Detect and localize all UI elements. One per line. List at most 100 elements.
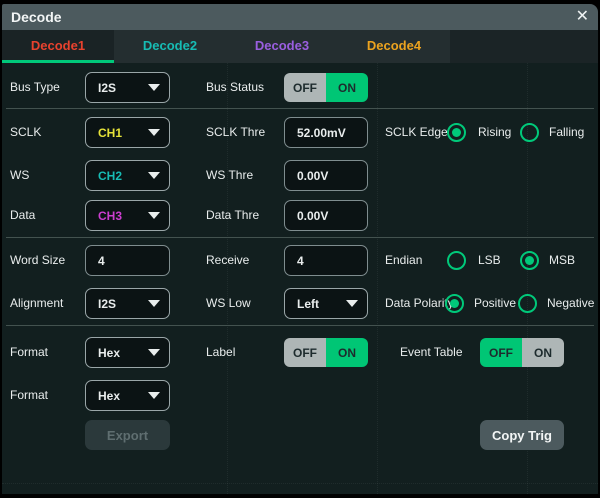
export-button[interactable]: Export (85, 420, 170, 450)
ws-low-dropdown[interactable]: Left (284, 288, 368, 319)
bus-type-value: I2S (98, 81, 116, 95)
event-table-toggle[interactable]: OFF ON (480, 338, 564, 367)
tab-decode4[interactable]: Decode4 (338, 30, 450, 63)
endian-lsb-label: LSB (478, 245, 501, 276)
word-size-label: Word Size (10, 245, 65, 276)
format1-value: Hex (98, 346, 120, 360)
tab-bar: Decode1 Decode2 Decode3 Decode4 (2, 30, 598, 63)
data-source-dropdown[interactable]: CH3 (85, 200, 170, 231)
sclk-label: SCLK (10, 117, 41, 148)
row-data: Data CH3 Data Thre 0.00V (2, 200, 598, 231)
title-bar: Decode ✕ (2, 4, 598, 30)
chevron-down-icon (148, 84, 160, 91)
sclk-edge-label: SCLK Edge (385, 117, 448, 148)
data-polarity-label: Data Polarity (385, 288, 454, 319)
alignment-value: I2S (98, 297, 116, 311)
tab-bar-filler (450, 30, 598, 63)
row-bus: Bus Type I2S Bus Status OFF ON (2, 72, 598, 103)
polarity-positive-label: Positive (474, 288, 516, 319)
bus-type-label: Bus Type (10, 72, 60, 103)
sclk-thre-value: 52.00mV (297, 126, 346, 140)
ws-thre-value: 0.00V (297, 169, 328, 183)
polarity-negative-label: Negative (547, 288, 594, 319)
graticule-line (2, 483, 598, 484)
divider (6, 108, 594, 109)
format2-value: Hex (98, 389, 120, 403)
word-size-input[interactable]: 4 (85, 245, 170, 276)
receive-label: Receive (206, 245, 249, 276)
data-thre-value: 0.00V (297, 209, 328, 223)
chevron-down-icon (148, 129, 160, 136)
chevron-down-icon (148, 349, 160, 356)
copy-trig-button[interactable]: Copy Trig (480, 420, 564, 450)
alignment-label: Alignment (10, 288, 63, 319)
format2-dropdown[interactable]: Hex (85, 380, 170, 411)
ws-label: WS (10, 160, 29, 191)
sclk-thre-label: SCLK Thre (206, 117, 265, 148)
endian-msb-label: MSB (549, 245, 575, 276)
row-wordsize: Word Size 4 Receive 4 Endian LSB MSB (2, 245, 598, 276)
bus-status-off[interactable]: OFF (284, 73, 326, 102)
sclk-edge-falling-radio[interactable] (520, 123, 539, 142)
format2-label: Format (10, 380, 48, 411)
label-off[interactable]: OFF (284, 338, 326, 367)
bus-status-on[interactable]: ON (326, 73, 368, 102)
receive-input[interactable]: 4 (284, 245, 368, 276)
data-label: Data (10, 200, 35, 231)
format1-dropdown[interactable]: Hex (85, 337, 170, 368)
sclk-edge-rising-label: Rising (478, 117, 511, 148)
chevron-down-icon (346, 300, 358, 307)
decode-dialog: Decode ✕ Decode1 Decode2 Decode3 Decode4… (0, 0, 600, 498)
data-source-value: CH3 (98, 209, 122, 223)
chevron-down-icon (148, 172, 160, 179)
label-toggle-label: Label (206, 337, 235, 368)
sclk-source-dropdown[interactable]: CH1 (85, 117, 170, 148)
sclk-edge-falling-label: Falling (549, 117, 584, 148)
sclk-thre-input[interactable]: 52.00mV (284, 117, 368, 148)
endian-lsb-radio[interactable] (447, 251, 466, 270)
close-icon[interactable]: ✕ (576, 9, 589, 25)
divider (6, 325, 594, 326)
sclk-source-value: CH1 (98, 126, 122, 140)
tab-decode2[interactable]: Decode2 (114, 30, 226, 63)
chevron-down-icon (148, 300, 160, 307)
receive-value: 4 (297, 254, 304, 268)
data-thre-input[interactable]: 0.00V (284, 200, 368, 231)
ws-low-value: Left (297, 297, 319, 311)
polarity-negative-radio[interactable] (518, 294, 537, 313)
row-ws: WS CH2 WS Thre 0.00V (2, 160, 598, 191)
ws-thre-label: WS Thre (206, 160, 253, 191)
label-on[interactable]: ON (326, 338, 368, 367)
chevron-down-icon (148, 212, 160, 219)
event-table-off[interactable]: OFF (480, 338, 522, 367)
format1-label: Format (10, 337, 48, 368)
endian-label: Endian (385, 245, 422, 276)
tab-decode1[interactable]: Decode1 (2, 30, 114, 63)
ws-thre-input[interactable]: 0.00V (284, 160, 368, 191)
row-format2: Format Hex (2, 380, 598, 411)
event-table-label: Event Table (400, 337, 463, 368)
chevron-down-icon (148, 392, 160, 399)
tab-decode3[interactable]: Decode3 (226, 30, 338, 63)
sclk-edge-rising-radio[interactable] (447, 123, 466, 142)
page-title: Decode (11, 9, 62, 25)
ws-low-label: WS Low (206, 288, 251, 319)
divider (6, 237, 594, 238)
dialog-body: Bus Type I2S Bus Status OFF ON SCLK CH1 … (2, 63, 598, 494)
bus-type-dropdown[interactable]: I2S (85, 72, 170, 103)
label-toggle[interactable]: OFF ON (284, 338, 368, 367)
row-format1: Format Hex Label OFF ON Event Table OFF … (2, 337, 598, 368)
polarity-positive-radio[interactable] (445, 294, 464, 313)
ws-source-value: CH2 (98, 169, 122, 183)
bus-status-toggle[interactable]: OFF ON (284, 73, 368, 102)
data-thre-label: Data Thre (206, 200, 259, 231)
bus-status-label: Bus Status (206, 72, 264, 103)
endian-msb-radio[interactable] (520, 251, 539, 270)
alignment-dropdown[interactable]: I2S (85, 288, 170, 319)
event-table-on[interactable]: ON (522, 338, 564, 367)
row-buttons: Export Copy Trig (2, 420, 598, 451)
ws-source-dropdown[interactable]: CH2 (85, 160, 170, 191)
row-sclk: SCLK CH1 SCLK Thre 52.00mV SCLK Edge Ris… (2, 117, 598, 148)
row-alignment: Alignment I2S WS Low Left Data Polarity … (2, 288, 598, 319)
word-size-value: 4 (98, 254, 105, 268)
